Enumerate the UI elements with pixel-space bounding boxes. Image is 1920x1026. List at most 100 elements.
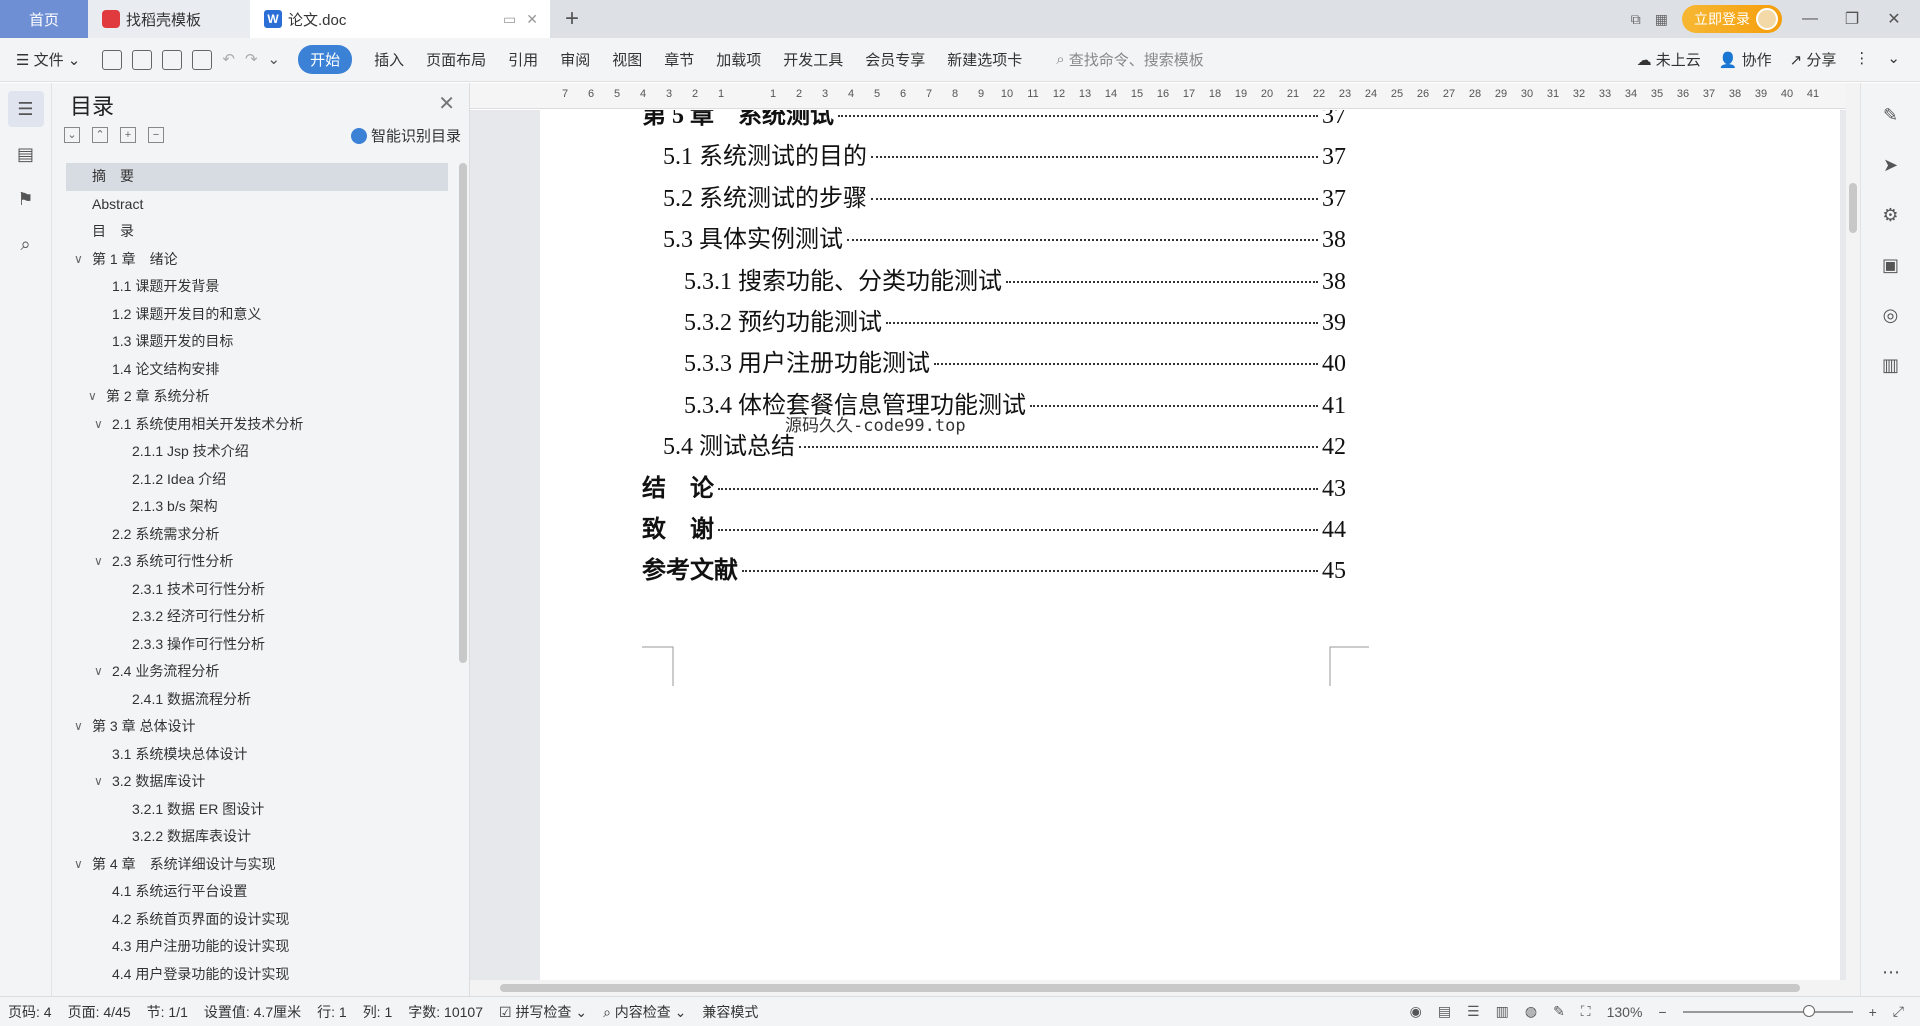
toc-item[interactable]: 1.3 课题开发的目标 — [66, 328, 448, 356]
status-page-number[interactable]: 页码: 4 — [8, 1002, 52, 1022]
toc-item[interactable]: 3.2.1 数据 ER 图设计 — [66, 796, 448, 824]
more-dots-icon[interactable]: ⋯ — [1877, 962, 1905, 990]
smart-toc-button[interactable]: 智能识别目录 — [350, 125, 461, 146]
zoom-in-icon[interactable]: + — [1869, 1004, 1877, 1020]
login-button[interactable]: 立即登录 — [1682, 5, 1782, 33]
toc-item[interactable]: ∨ 第 1 章 绪论 — [66, 246, 448, 274]
book-icon[interactable]: ▥ — [1877, 355, 1905, 383]
chevron-down-icon[interactable]: ∨ — [94, 411, 103, 439]
expand-all-icon[interactable]: ⌄ — [64, 127, 80, 143]
chevron-down-icon[interactable]: ∨ — [74, 713, 83, 741]
collapse-ribbon-icon[interactable]: ⌄ — [1887, 49, 1900, 70]
undo-icon[interactable]: ↶ — [222, 50, 235, 70]
status-page-of[interactable]: 页面: 4/45 — [68, 1002, 131, 1022]
chevron-down-icon[interactable]: ∨ — [74, 246, 83, 274]
toc-item[interactable]: 1.2 课题开发目的和意义 — [66, 301, 448, 329]
add-heading-icon[interactable]: + — [120, 127, 136, 143]
toc-item[interactable]: ∨ 3.2 数据库设计 — [66, 768, 448, 796]
toc-item[interactable]: ∨ 2.1 系统使用相关开发技术分析 — [66, 411, 448, 439]
toc-item[interactable]: 2.1.1 Jsp 技术介绍 — [66, 438, 448, 466]
web-view-icon[interactable]: ◍ — [1525, 1003, 1537, 1020]
vertical-scroll-thumb[interactable] — [1849, 183, 1857, 233]
file-menu[interactable]: ☰ 文件 ⌄ — [16, 49, 80, 70]
status-word-count[interactable]: 字数: 10107 — [408, 1002, 483, 1022]
select-icon[interactable]: ➤ — [1877, 155, 1905, 183]
doc-toc-entry[interactable]: 参考文献 45 — [642, 550, 1346, 585]
toc-item[interactable]: 4.3 用户注册功能的设计实现 — [66, 933, 448, 961]
save-icon[interactable] — [102, 49, 123, 70]
eye-protection-icon[interactable]: ◉ — [1410, 1003, 1422, 1020]
toc-item[interactable]: ∨ 2.3 系统可行性分析 — [66, 548, 448, 576]
toc-item[interactable]: 摘 要 — [66, 163, 448, 191]
toc-item[interactable]: 3.1 系统模块总体设计 — [66, 741, 448, 769]
toc-item[interactable]: 2.2 系统需求分析 — [66, 521, 448, 549]
toc-item[interactable]: ∨ 2.4 业务流程分析 — [66, 658, 448, 686]
new-tab-button[interactable]: + — [550, 0, 594, 38]
zoom-slider[interactable] — [1682, 1004, 1853, 1017]
fullscreen-icon[interactable]: ⤢ — [1893, 1003, 1904, 1020]
more-icon[interactable]: ⋮ — [1854, 49, 1869, 70]
layout-icon[interactable]: ⧉ — [1631, 11, 1641, 28]
doc-toc-entry[interactable]: 第 5 章 系统测试 37 — [642, 110, 1346, 130]
status-col[interactable]: 列: 1 — [363, 1002, 393, 1022]
close-icon[interactable]: ✕ — [438, 91, 455, 116]
toc-item[interactable]: 2.4.1 数据流程分析 — [66, 686, 448, 714]
toc-item[interactable]: 1.4 论文结构安排 — [66, 356, 448, 384]
cloud-button[interactable]: ☁ 未上云 — [1637, 49, 1701, 70]
ribbon-tab-section[interactable]: 章节 — [664, 49, 694, 70]
ribbon-tab-devtools[interactable]: 开发工具 — [783, 49, 843, 70]
toc-item[interactable]: 2.3.3 操作可行性分析 — [66, 631, 448, 659]
share-button[interactable]: ↗ 分享 — [1790, 49, 1837, 70]
remove-heading-icon[interactable]: − — [148, 127, 164, 143]
toc-item[interactable]: 2.1.2 Idea 介绍 — [66, 466, 448, 494]
settings-icon[interactable]: ⚙ — [1877, 205, 1905, 233]
zoom-slider-knob[interactable] — [1802, 1004, 1815, 1017]
doc-toc-entry[interactable]: 5.2 系统测试的步骤 37 — [663, 178, 1346, 213]
image-icon[interactable]: ▣ — [1877, 255, 1905, 283]
apps-grid-icon[interactable]: ▦ — [1655, 11, 1668, 28]
toc-item[interactable]: ∨ 第 2 章 系统分析 — [66, 383, 448, 411]
horizontal-ruler[interactable]: 7 6 5 4 3 2 1 1 2 3 4 5 6 7 8 9 10 11 12 13 14 15 16 17 18 19 20 21… — [470, 83, 1860, 109]
tab-document[interactable]: W 论文.doc ▭ ✕ — [250, 0, 550, 38]
chevron-down-icon[interactable]: ∨ — [94, 548, 103, 576]
collab-button[interactable]: 👤 协作 — [1719, 49, 1772, 70]
toc-scrollbar[interactable] — [459, 163, 467, 663]
restore-icon[interactable]: ❐ — [1838, 9, 1866, 29]
horizontal-scroll-thumb[interactable] — [500, 984, 1800, 992]
toc-nav-icon[interactable]: ☰ — [7, 91, 44, 127]
ribbon-tab-home[interactable]: 开始 — [298, 45, 353, 74]
toc-item[interactable]: 3.2.2 数据库表设计 — [66, 823, 448, 851]
location-icon[interactable]: ◎ — [1877, 305, 1905, 333]
status-setting[interactable]: 设置值: 4.7厘米 — [204, 1002, 301, 1022]
command-search[interactable]: ⌕ 查找命令、搜索模板 — [1056, 49, 1203, 70]
print-preview-icon[interactable] — [192, 49, 213, 70]
toc-item[interactable]: 2.1.3 b/s 架构 — [66, 493, 448, 521]
bookmark-icon[interactable]: ⚑ — [8, 181, 44, 217]
chevron-down-icon[interactable]: ∨ — [74, 851, 83, 879]
ribbon-tab-layout[interactable]: 页面布局 — [426, 49, 486, 70]
ribbon-tab-references[interactable]: 引用 — [508, 49, 538, 70]
chevron-down-icon[interactable]: ∨ — [94, 768, 103, 796]
doc-toc-entry[interactable]: 5.3.2 预约功能测试 39 — [684, 302, 1346, 337]
ribbon-tab-review[interactable]: 审阅 — [560, 49, 590, 70]
chapter-nav-icon[interactable]: ▤ — [8, 136, 44, 172]
outline-view-icon[interactable]: ☰ — [1467, 1003, 1480, 1020]
doc-toc-entry[interactable]: 结 论 43 — [642, 468, 1346, 503]
content-check-button[interactable]: ⌕ 内容检查 ⌄ — [603, 1002, 686, 1022]
export-pdf-icon[interactable] — [132, 49, 153, 70]
print-icon[interactable] — [162, 49, 183, 70]
collapse-all-icon[interactable]: ⌃ — [92, 127, 108, 143]
doc-toc-entry[interactable]: 5.3.3 用户注册功能测试 40 — [684, 343, 1346, 378]
chevron-down-icon[interactable]: ∨ — [88, 383, 97, 411]
ribbon-tab-addins[interactable]: 加载项 — [716, 49, 761, 70]
toc-item[interactable]: 4.1 系统运行平台设置 — [66, 878, 448, 906]
vertical-scrollbar[interactable] — [1846, 83, 1860, 980]
close-tab-icon[interactable]: ✕ — [526, 11, 538, 28]
ribbon-tab-member[interactable]: 会员专享 — [865, 49, 925, 70]
pen-icon[interactable]: ✎ — [1877, 105, 1905, 133]
zoom-out-icon[interactable]: − — [1658, 1004, 1666, 1020]
doc-toc-entry[interactable]: 5.4 测试总结 42 — [663, 426, 1346, 461]
close-window-icon[interactable]: ✕ — [1880, 9, 1908, 29]
ribbon-tab-view[interactable]: 视图 — [612, 49, 642, 70]
zoom-level[interactable]: 130% — [1607, 1004, 1643, 1020]
